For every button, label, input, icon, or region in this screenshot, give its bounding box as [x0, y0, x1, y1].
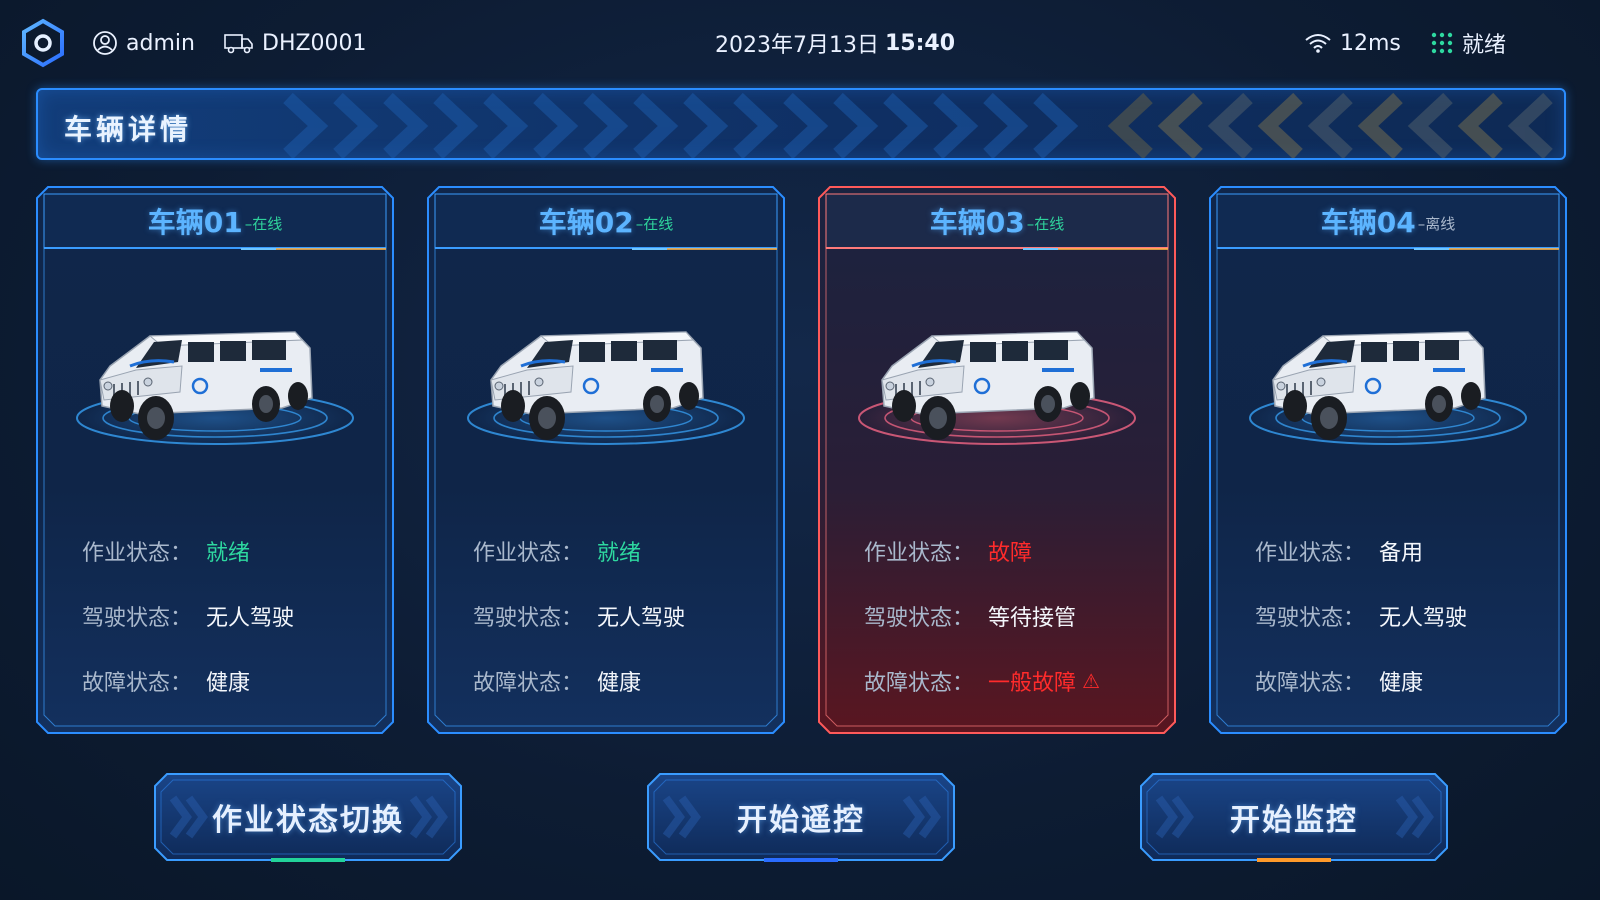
- drive-status-label: 驾驶状态：: [1255, 605, 1366, 631]
- latency-text: 12ms: [1340, 30, 1401, 56]
- online-status: –离线: [1417, 214, 1456, 233]
- work-status-row: 作业状态： 就绪: [82, 518, 382, 583]
- drive-status-value: 无人驾驶: [1379, 605, 1468, 631]
- drive-status-row: 驾驶状态： 无人驾驶: [473, 583, 773, 648]
- date-text: 2023年7月13日: [714, 33, 879, 58]
- status-list: 作业状态： 就绪 驾驶状态： 无人驾驶 故障状态： 健康: [82, 518, 382, 713]
- card-header: 车辆03 –在线: [826, 194, 1168, 248]
- work-status-row: 作业状态： 备用: [1255, 518, 1555, 583]
- card-header: 车辆02 –在线: [435, 194, 777, 248]
- work-status-label: 作业状态：: [473, 540, 584, 566]
- start-monitor-label: 开始监控: [1230, 803, 1358, 838]
- grid-dots-icon: [1430, 31, 1454, 55]
- switch-work-mode-button[interactable]: 作业状态切换: [153, 772, 463, 862]
- start-remote-control-button[interactable]: 开始遥控: [646, 772, 956, 862]
- online-status: –在线: [635, 214, 674, 233]
- top-bar: admin DHZ0001 2023年7月13日 15:40 12ms 就绪: [0, 0, 1600, 86]
- vehicle-name: 车辆02: [538, 206, 634, 239]
- vehicle-card-03[interactable]: 车辆03 –在线 作业状态： 故障 驾驶状态： 等待接管 故障状态： 一般故障 …: [818, 186, 1176, 734]
- fault-status-label: 故障状态：: [1255, 670, 1366, 696]
- work-status-row: 作业状态： 故障: [864, 518, 1164, 583]
- section-header: 车辆详情: [36, 88, 1566, 160]
- online-status: –在线: [244, 214, 283, 233]
- vehicle-icon: [490, 331, 704, 440]
- vehicle-icon: [1272, 331, 1486, 440]
- work-status-value: 就绪: [206, 540, 251, 566]
- switch-work-mode-label: 作业状态切换: [212, 803, 404, 838]
- work-status-label: 作业状态：: [1255, 540, 1366, 566]
- card-header: 车辆01 –在线: [44, 194, 386, 248]
- start-remote-control-label: 开始遥控: [737, 803, 865, 838]
- vehicle-name: 车辆04: [1320, 206, 1416, 239]
- drive-status-value: 无人驾驶: [597, 605, 686, 631]
- vehicle-card-04[interactable]: 车辆04 –离线 作业状态： 备用 驾驶状态： 无人驾驶 故障状态： 健康: [1209, 186, 1567, 734]
- work-status-value: 备用: [1379, 540, 1424, 566]
- system-status-text: 就绪: [1462, 33, 1507, 58]
- drive-status-row: 驾驶状态： 无人驾驶: [1255, 583, 1555, 648]
- drive-status-label: 驾驶状态：: [82, 605, 193, 631]
- fault-status-label: 故障状态：: [864, 670, 975, 696]
- fault-status-row: 故障状态： 健康: [1255, 648, 1555, 713]
- work-status-value: 故障: [988, 540, 1033, 566]
- system-status: 就绪: [1430, 26, 1506, 60]
- online-status: –在线: [1026, 214, 1065, 233]
- chevron-pattern: [283, 92, 1553, 158]
- fault-status-value: 一般故障: [988, 670, 1077, 696]
- drive-status-value: 无人驾驶: [206, 605, 295, 631]
- drive-status-row: 驾驶状态： 等待接管: [864, 583, 1164, 648]
- vehicle-icon: [99, 331, 313, 440]
- wifi-icon: [1304, 32, 1332, 54]
- drive-status-label: 驾驶状态：: [473, 605, 584, 631]
- section-title: 车辆详情: [64, 113, 193, 146]
- drive-status-row: 驾驶状态： 无人驾驶: [82, 583, 382, 648]
- time-text: 15:40: [884, 30, 955, 56]
- warning-triangle-icon: ⚠: [1082, 668, 1100, 693]
- work-status-label: 作业状态：: [82, 540, 193, 566]
- fault-status-label: 故障状态：: [473, 670, 584, 696]
- fault-status-value: 健康: [597, 670, 642, 696]
- status-list: 作业状态： 备用 驾驶状态： 无人驾驶 故障状态： 健康: [1255, 518, 1555, 713]
- work-status-row: 作业状态： 就绪: [473, 518, 773, 583]
- vehicle-icon: [881, 331, 1095, 440]
- status-list: 作业状态： 就绪 驾驶状态： 无人驾驶 故障状态： 健康: [473, 518, 773, 713]
- vehicle-name: 车辆01: [147, 206, 243, 239]
- fault-status-row: 故障状态： 一般故障 ⚠: [864, 648, 1164, 713]
- status-list: 作业状态： 故障 驾驶状态： 等待接管 故障状态： 一般故障 ⚠: [864, 518, 1164, 713]
- vehicle-name: 车辆03: [929, 206, 1025, 239]
- drive-status-value: 等待接管: [988, 605, 1077, 631]
- fault-status-row: 故障状态： 健康: [82, 648, 382, 713]
- card-header: 车辆04 –离线: [1217, 194, 1559, 248]
- vehicle-card-01[interactable]: 车辆01 –在线 作业状态： 就绪 驾驶状态： 无人驾驶 故障状态： 健康: [36, 186, 394, 734]
- start-monitor-button[interactable]: 开始监控: [1139, 772, 1449, 862]
- work-status-label: 作业状态：: [864, 540, 975, 566]
- vehicle-card-02[interactable]: 车辆02 –在线 作业状态： 就绪 驾驶状态： 无人驾驶 故障状态： 健康: [427, 186, 785, 734]
- drive-status-label: 驾驶状态：: [864, 605, 975, 631]
- app-root: admin DHZ0001 2023年7月13日 15:40 12ms 就绪 车…: [0, 0, 1600, 900]
- fault-status-label: 故障状态：: [82, 670, 193, 696]
- fault-status-row: 故障状态： 健康: [473, 648, 773, 713]
- fault-status-value: 健康: [1379, 670, 1424, 696]
- work-status-value: 就绪: [597, 540, 642, 566]
- fault-status-value: 健康: [206, 670, 251, 696]
- network-latency: 12ms: [1304, 26, 1401, 60]
